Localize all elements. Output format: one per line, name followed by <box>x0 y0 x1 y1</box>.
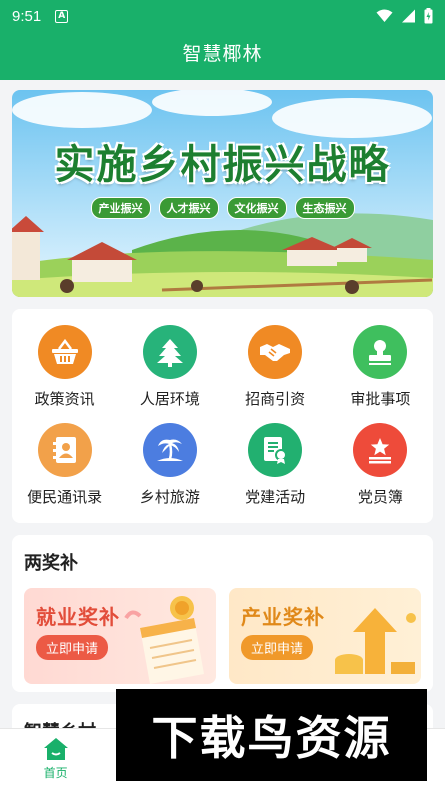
status-time: 9:51 <box>12 7 42 25</box>
banner-pills: 产业振兴 人才振兴 文化振兴 生态振兴 <box>12 197 433 219</box>
contacts-icon <box>37 423 92 477</box>
function-grid-card: 政策资讯 人居环境 招商引资 审批事项 便民通讯录 乡村旅游 党建活动 党员簿 <box>12 309 433 523</box>
watermark: 下载鸟资源 <box>116 689 427 781</box>
banner-title: 实施乡村振兴战略 <box>54 141 391 188</box>
status-bar: 9:51 A <box>0 0 445 32</box>
notification-a-icon: A <box>55 9 69 23</box>
promo-banner[interactable]: 实施乡村振兴战略 产业振兴 人才振兴 文化振兴 生态振兴 <box>12 90 433 297</box>
grid-item-approval[interactable]: 审批事项 <box>328 325 433 423</box>
signal-icon <box>402 9 415 23</box>
banner-pill: 生态振兴 <box>294 197 355 219</box>
stamp-icon <box>353 325 408 379</box>
grid-item-label: 政策资讯 <box>34 390 95 408</box>
grid-item-investment[interactable]: 招商引资 <box>223 325 328 423</box>
tree-icon <box>142 325 197 379</box>
star-book-icon <box>353 423 408 477</box>
calendar-coin-illustration <box>124 596 204 684</box>
function-grid: 政策资讯 人居环境 招商引资 审批事项 便民通讯录 乡村旅游 党建活动 党员簿 <box>12 309 433 521</box>
tab-home[interactable]: 首页 <box>0 729 111 791</box>
grid-item-policy-news[interactable]: 政策资讯 <box>12 325 117 423</box>
banner-pill: 产业振兴 <box>90 197 151 219</box>
grid-item-rural-tourism[interactable]: 乡村旅游 <box>117 423 222 521</box>
rewards-heading: 两奖补 <box>24 553 78 574</box>
industry-reward-banner[interactable]: 产业奖补 立即申请 <box>229 588 421 684</box>
document-badge-icon <box>248 423 303 477</box>
grid-item-label: 便民通讯录 <box>27 488 103 506</box>
grid-item-contacts[interactable]: 便民通讯录 <box>12 423 117 521</box>
battery-icon <box>424 8 433 24</box>
employment-apply-button[interactable]: 立即申请 <box>36 635 109 660</box>
grid-item-living-environment[interactable]: 人居环境 <box>117 325 222 423</box>
industry-apply-button[interactable]: 立即申请 <box>241 635 314 660</box>
grid-item-label: 招商引资 <box>245 390 306 408</box>
app-header: 9:51 A 智慧椰林 <box>0 0 445 80</box>
industry-reward-title: 产业奖补 <box>241 605 325 629</box>
grid-item-label: 人居环境 <box>139 390 200 408</box>
grid-item-label: 党建活动 <box>245 488 306 506</box>
grid-item-party-activities[interactable]: 党建活动 <box>223 423 328 521</box>
handshake-icon <box>248 325 303 379</box>
grid-item-label: 审批事项 <box>350 390 411 408</box>
banner-pill: 文化振兴 <box>226 197 287 219</box>
employment-reward-title: 就业奖补 <box>36 605 120 629</box>
grid-item-label: 党员簿 <box>357 488 403 506</box>
countryside-illustration <box>12 90 433 297</box>
tab-home-label: 首页 <box>43 766 68 780</box>
grid-item-party-members[interactable]: 党员簿 <box>328 423 433 521</box>
employment-reward-banner[interactable]: 就业奖补 立即申请 <box>24 588 216 684</box>
banner-pill: 人才振兴 <box>158 197 219 219</box>
wifi-icon <box>376 9 393 22</box>
grid-item-label: 乡村旅游 <box>139 488 200 506</box>
page-title: 智慧椰林 <box>182 43 263 65</box>
basket-icon <box>37 325 92 379</box>
growth-arrow-coins-illustration <box>335 608 416 674</box>
palm-island-icon <box>142 423 197 477</box>
home-icon <box>43 738 68 760</box>
rewards-card: 两奖补 就业奖补 立即申请 产业奖补 立即申请 <box>12 535 433 692</box>
